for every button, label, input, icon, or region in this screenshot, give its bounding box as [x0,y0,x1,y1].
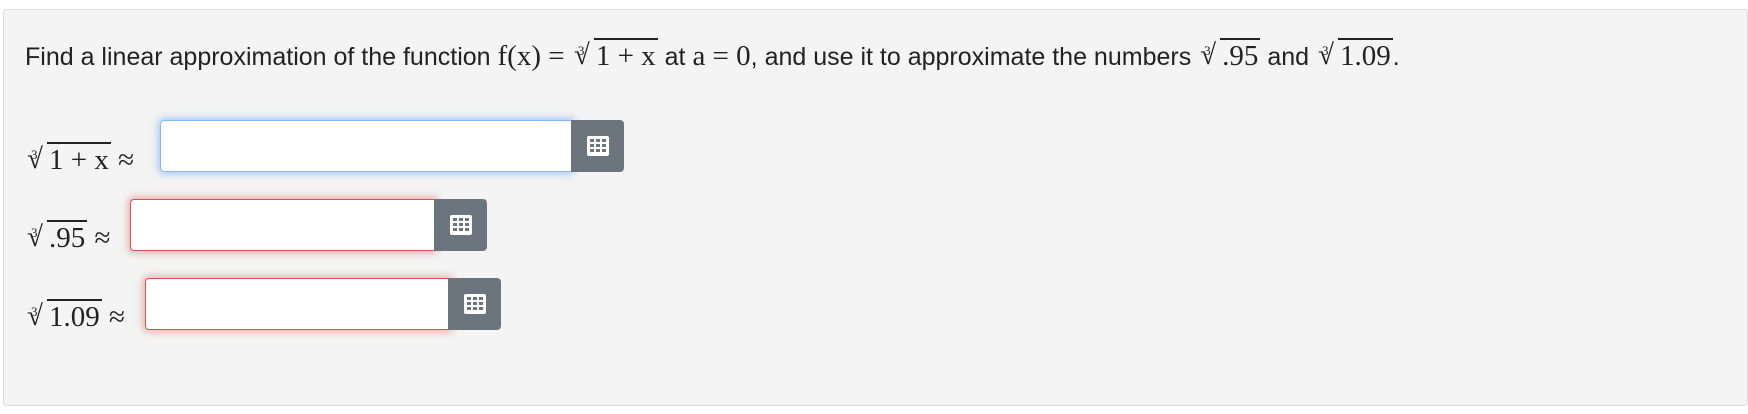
answer-input-3[interactable] [146,279,449,329]
radical-sign-icon: √ [1318,39,1334,71]
answer-label-3: 3 √ 1.09 ≈ [25,299,125,335]
cube-root: 3 √ 1.09 [27,299,102,335]
question-and: and [1260,43,1317,71]
function-lhs: f(x) = [497,40,572,72]
keypad-icon [586,136,609,156]
radicand: .95 [1220,38,1261,72]
approx-symbol: ≈ [94,222,111,254]
question-prefix: Find a linear approximation of the funct… [25,43,498,71]
answer-row-3: 3 √ 1.09 ≈ [25,299,133,335]
keypad-icon [463,294,486,314]
radicand: .95 [47,220,88,254]
radicand: 1.09 [47,299,102,333]
cube-root: 3 √ 1 + x [574,38,658,74]
cube-root: 3 √ 1 + x [27,142,111,178]
answer-label-1: 3 √ 1 + x ≈ [25,142,134,178]
answer-field-2[interactable] [130,199,435,251]
cube-root-109: 3 √ 1.09 [1318,38,1393,74]
keypad-button-2[interactable] [434,199,487,251]
keypad-icon [449,215,472,235]
approx-symbol: ≈ [118,144,135,176]
answer-label-2: 3 √ .95 ≈ [25,220,110,256]
radical-sign-icon: √ [27,143,43,175]
answer-field-1[interactable] [160,120,572,172]
radical-sign-icon: √ [27,300,43,332]
keypad-button-1[interactable] [571,120,624,172]
answer-input-2[interactable] [131,200,434,250]
radicand: 1 + x [47,142,111,176]
radical-sign-icon: √ [27,221,43,253]
approx-symbol: ≈ [109,301,125,333]
question-suffix: , and use it to approximate the numbers [750,43,1199,71]
radical-sign-icon: √ [573,39,590,71]
radicand: 1.09 [1338,38,1393,72]
answer-row-2: 3 √ .95 ≈ [25,220,118,256]
answer-row-1: 3 √ 1 + x ≈ [25,142,142,178]
answer-field-3[interactable] [145,278,450,330]
approx-point: a = 0 [692,40,751,72]
radicand: 1 + x [593,38,658,72]
keypad-button-3[interactable] [448,278,501,330]
question-text: Find a linear approximation of the funct… [25,38,1400,75]
question-mid: at [657,43,693,71]
answer-input-1[interactable] [161,121,571,171]
cube-root-095: 3 √ .95 [1200,38,1261,74]
question-end: . [1392,43,1400,71]
function-definition: f(x) = 3 √ 1 + x [497,38,658,74]
radical-sign-icon: √ [1200,39,1217,71]
cube-root: 3 √ .95 [27,220,88,256]
